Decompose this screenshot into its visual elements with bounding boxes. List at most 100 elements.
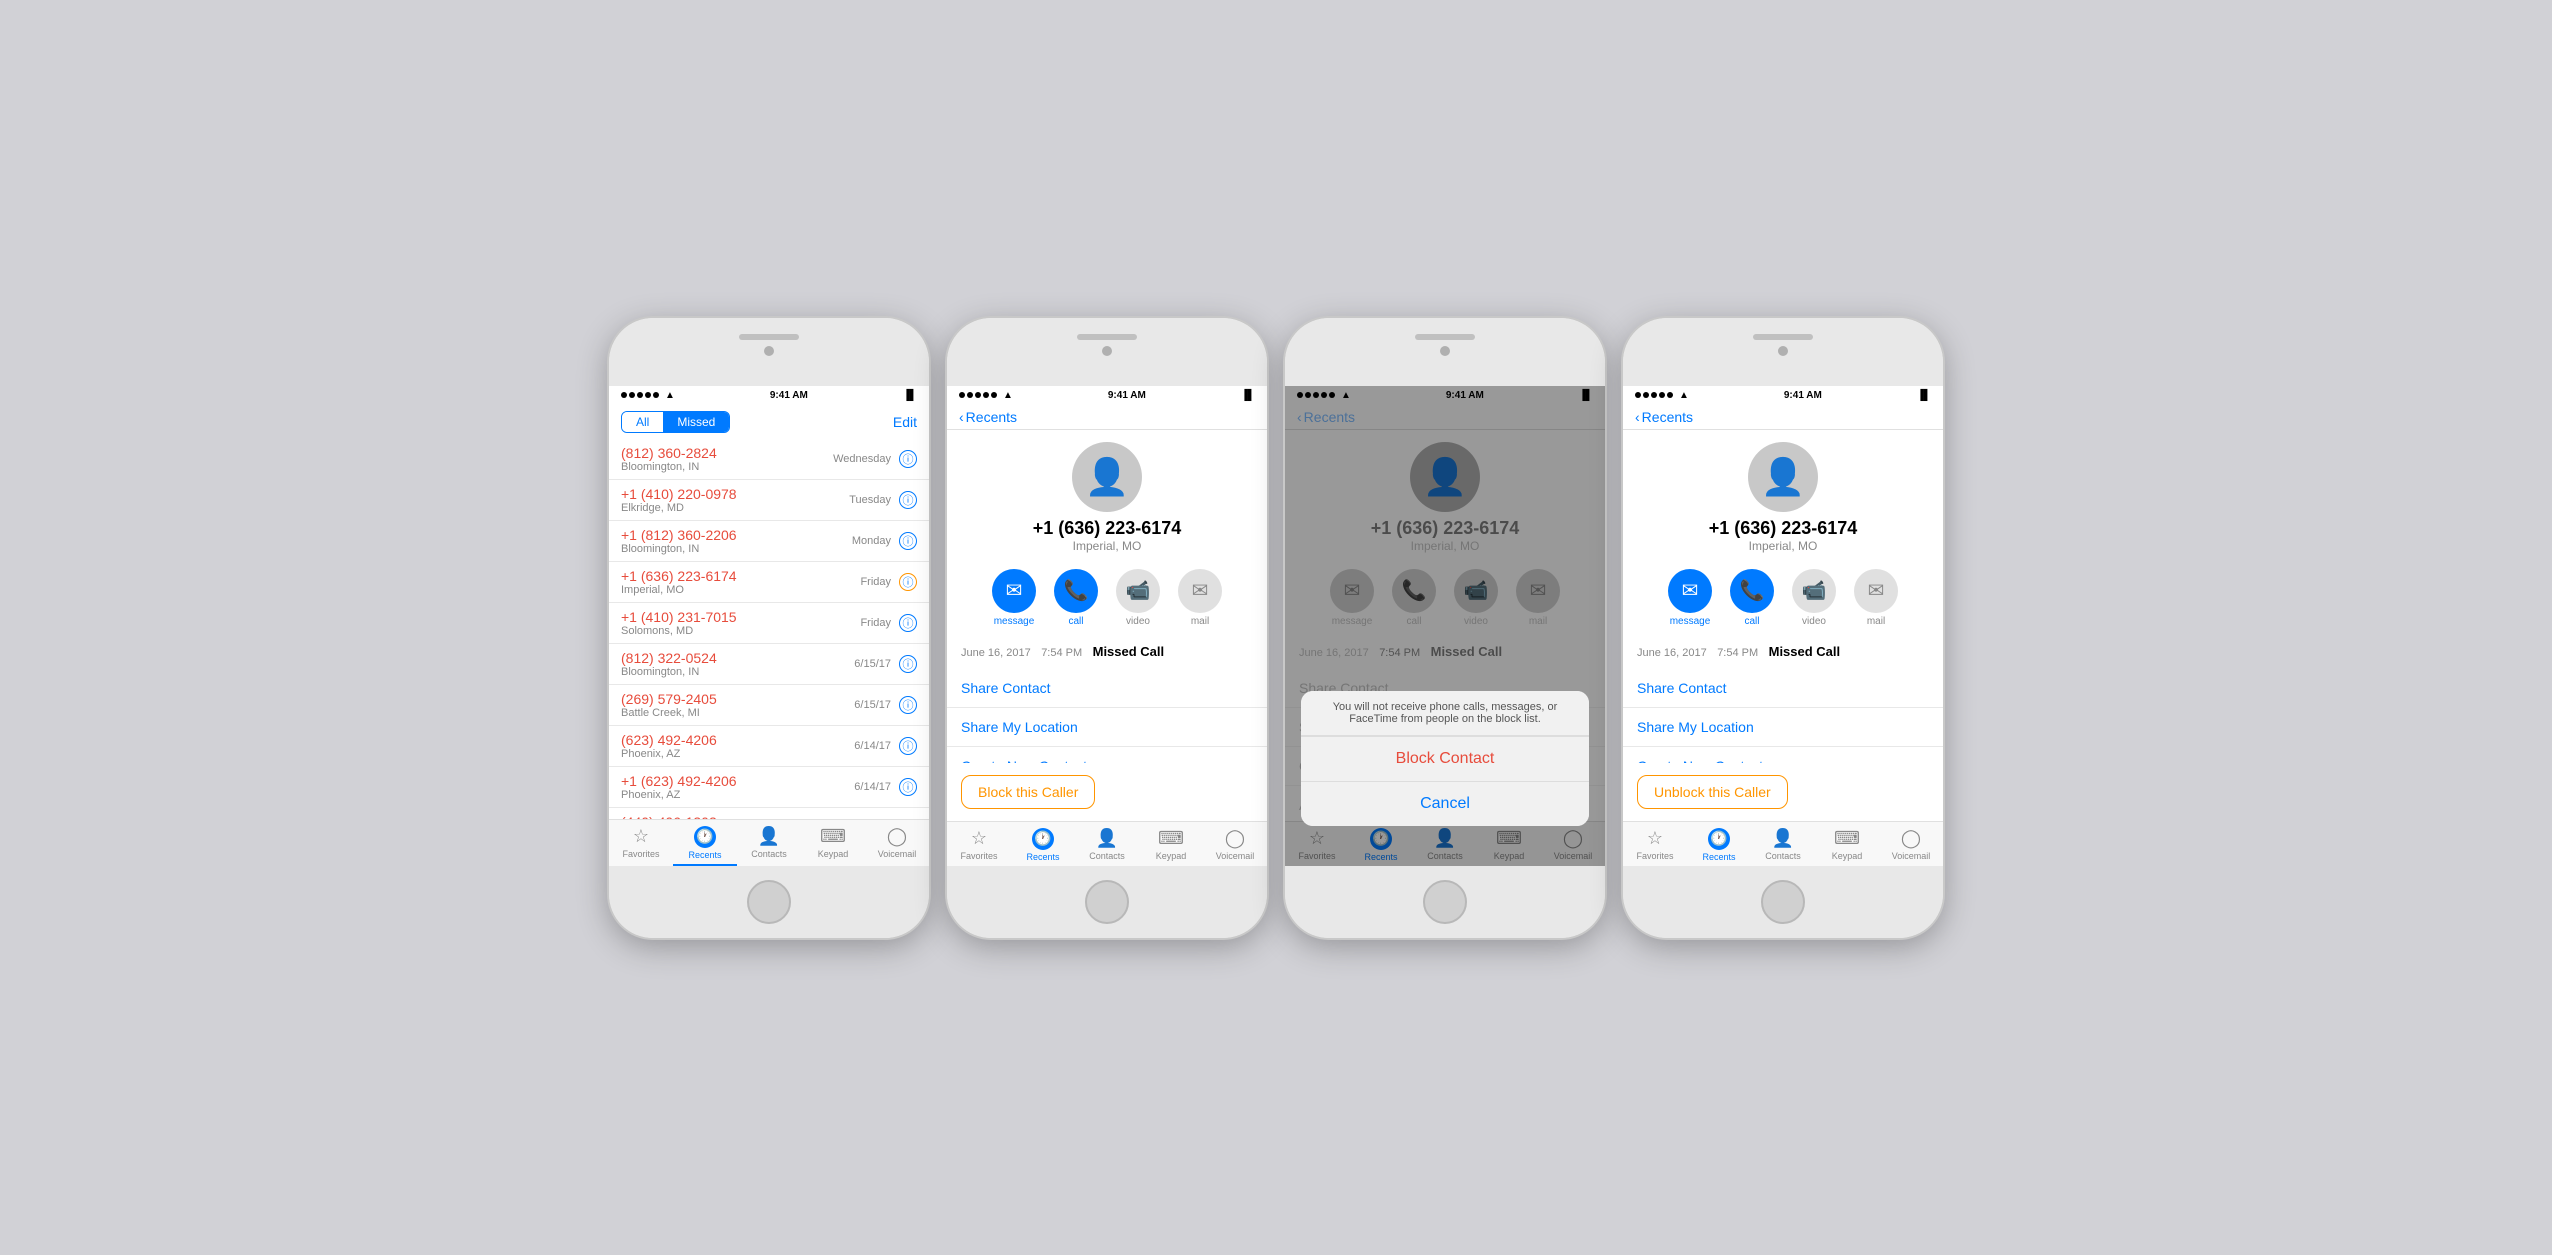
keypad-icon: ⌨: [820, 826, 846, 847]
mail-circle-4: ✉: [1854, 569, 1898, 613]
tab-recents[interactable]: 🕐 Recents: [673, 820, 737, 866]
favorites-icon-2: ☆: [971, 828, 987, 849]
tab-voicemail[interactable]: ◯ Voicemail: [865, 820, 929, 866]
tab-contacts[interactable]: 👤 Contacts: [737, 820, 801, 866]
video-action-4[interactable]: 📹 video: [1792, 569, 1836, 627]
back-label-2: Recents: [966, 409, 1017, 425]
home-button-2[interactable]: [1085, 880, 1129, 924]
tab-favorites[interactable]: ☆ Favorites: [609, 820, 673, 866]
block-contact-button[interactable]: Block Contact: [1301, 737, 1589, 781]
tab-voicemail-4[interactable]: ◯ Voicemail: [1879, 822, 1943, 866]
segment-all[interactable]: All: [622, 412, 663, 432]
phone-location: Solomons, MD: [621, 625, 860, 637]
info-icon[interactable]: ⓘ: [899, 532, 917, 550]
video-circle: 📹: [1116, 569, 1160, 613]
create-contact-4[interactable]: Create New Contact: [1623, 747, 1943, 763]
avatar-icon-4: 👤: [1761, 456, 1806, 498]
phone-bottom-2: [947, 866, 1267, 938]
tab-keypad-2[interactable]: ⌨ Keypad: [1139, 822, 1203, 866]
unblock-caller-button[interactable]: Unblock this Caller: [1637, 775, 1788, 809]
modal-overlay-3[interactable]: You will not receive phone calls, messag…: [1285, 386, 1605, 866]
list-item[interactable]: (812) 360-2824 Bloomington, IN Wednesday…: [609, 439, 929, 480]
phone-location: Bloomington, IN: [621, 543, 852, 555]
info-icon[interactable]: ⓘ: [899, 614, 917, 632]
call-action[interactable]: 📞 call: [1054, 569, 1098, 627]
home-button-3[interactable]: [1423, 880, 1467, 924]
share-contact-2[interactable]: Share Contact: [947, 669, 1267, 708]
block-caller-button[interactable]: Block this Caller: [961, 775, 1095, 809]
contact-number-2: +1 (636) 223-6174: [1033, 518, 1182, 539]
tab-recents-2[interactable]: 🕐 Recents: [1011, 822, 1075, 866]
list-item[interactable]: +1 (636) 223-6174 Imperial, MO Friday ⓘ: [609, 562, 929, 603]
phone-top-3: [1285, 318, 1605, 386]
tab-favorites-2[interactable]: ☆ Favorites: [947, 822, 1011, 866]
back-button-4[interactable]: ‹ Recents: [1635, 409, 1693, 425]
tab-keypad[interactable]: ⌨ Keypad: [801, 820, 865, 866]
tab-label: Keypad: [1156, 851, 1187, 861]
info-icon[interactable]: ⓘ: [899, 696, 917, 714]
call-date: 6/14/17: [854, 781, 891, 793]
create-contact-2[interactable]: Create New Contact: [947, 747, 1267, 763]
call-action-4[interactable]: 📞 call: [1730, 569, 1774, 627]
detail-list-2: Share Contact Share My Location Create N…: [947, 669, 1267, 763]
home-button-1[interactable]: [747, 880, 791, 924]
list-item[interactable]: (623) 492-4206 Phoenix, AZ 6/14/17 ⓘ: [609, 726, 929, 767]
mail-action[interactable]: ✉ mail: [1178, 569, 1222, 627]
camera-4: [1778, 346, 1788, 356]
avatar-2: 👤: [1072, 442, 1142, 512]
cancel-button-3[interactable]: Cancel: [1301, 782, 1589, 826]
tab-recents-4[interactable]: 🕐 Recents: [1687, 822, 1751, 866]
back-button-2[interactable]: ‹ Recents: [959, 409, 1017, 425]
edit-button[interactable]: Edit: [893, 414, 917, 430]
item-info: +1 (410) 220-0978 Elkridge, MD: [621, 486, 849, 514]
info-icon-highlighted[interactable]: ⓘ: [899, 573, 917, 591]
segment-missed[interactable]: Missed: [663, 412, 729, 432]
phone-number: +1 (410) 220-0978: [621, 486, 849, 502]
share-contact-4[interactable]: Share Contact: [1623, 669, 1943, 708]
tab-contacts-4[interactable]: 👤 Contacts: [1751, 822, 1815, 866]
nav-bar-4: ‹ Recents: [1623, 405, 1943, 430]
call-info-2: June 16, 2017 7:54 PM Missed Call: [947, 635, 1267, 669]
contact-header-4: 👤 +1 (636) 223-6174 Imperial, MO: [1623, 430, 1943, 561]
segment-control-1[interactable]: All Missed: [621, 411, 730, 433]
phone-top-1: [609, 318, 929, 386]
message-action[interactable]: ✉ message: [992, 569, 1036, 627]
info-icon[interactable]: ⓘ: [899, 655, 917, 673]
call-label: call: [1068, 616, 1083, 627]
tab-keypad-4[interactable]: ⌨ Keypad: [1815, 822, 1879, 866]
video-action[interactable]: 📹 video: [1116, 569, 1160, 627]
info-icon[interactable]: ⓘ: [899, 491, 917, 509]
item-info: +1 (812) 360-2206 Bloomington, IN: [621, 527, 852, 555]
list-item[interactable]: (440) 406-1302 Elyria, OH 6/14/17 ⓘ: [609, 808, 929, 819]
message-circle: ✉: [992, 569, 1036, 613]
list-item[interactable]: (812) 322-0524 Bloomington, IN 6/15/17 ⓘ: [609, 644, 929, 685]
home-button-4[interactable]: [1761, 880, 1805, 924]
phone-bottom-3: [1285, 866, 1605, 938]
tab-favorites-4[interactable]: ☆ Favorites: [1623, 822, 1687, 866]
call-date-4: June 16, 2017: [1637, 647, 1707, 659]
share-location-4[interactable]: Share My Location: [1623, 708, 1943, 747]
info-icon[interactable]: ⓘ: [899, 450, 917, 468]
tab-contacts-2[interactable]: 👤 Contacts: [1075, 822, 1139, 866]
info-icon[interactable]: ⓘ: [899, 737, 917, 755]
list-item[interactable]: (269) 579-2405 Battle Creek, MI 6/15/17 …: [609, 685, 929, 726]
list-item[interactable]: +1 (410) 220-0978 Elkridge, MD Tuesday ⓘ: [609, 480, 929, 521]
info-icon[interactable]: ⓘ: [899, 778, 917, 796]
item-info: +1 (410) 231-7015 Solomons, MD: [621, 609, 860, 637]
message-action-4[interactable]: ✉ message: [1668, 569, 1712, 627]
mail-action-4[interactable]: ✉ mail: [1854, 569, 1898, 627]
nav-bar-2: ‹ Recents: [947, 405, 1267, 430]
action-sheet-message: You will not receive phone calls, messag…: [1301, 691, 1589, 736]
screen-2: ▲ 9:41 AM ▐▌ ‹ Recents 👤 +1 (636) 223-61…: [947, 386, 1267, 866]
share-location-2[interactable]: Share My Location: [947, 708, 1267, 747]
status-bar-4: ▲ 9:41 AM ▐▌: [1623, 386, 1943, 405]
list-item[interactable]: +1 (812) 360-2206 Bloomington, IN Monday…: [609, 521, 929, 562]
tab-label: Favorites: [960, 851, 997, 861]
avatar-icon-2: 👤: [1085, 456, 1130, 498]
list-item[interactable]: +1 (623) 492-4206 Phoenix, AZ 6/14/17 ⓘ: [609, 767, 929, 808]
list-item[interactable]: +1 (410) 231-7015 Solomons, MD Friday ⓘ: [609, 603, 929, 644]
action-buttons-2: ✉ message 📞 call 📹 video ✉ mail: [947, 561, 1267, 635]
contact-location-4: Imperial, MO: [1749, 539, 1818, 553]
tab-voicemail-2[interactable]: ◯ Voicemail: [1203, 822, 1267, 866]
unblock-btn-container-4: Unblock this Caller: [1623, 763, 1943, 821]
